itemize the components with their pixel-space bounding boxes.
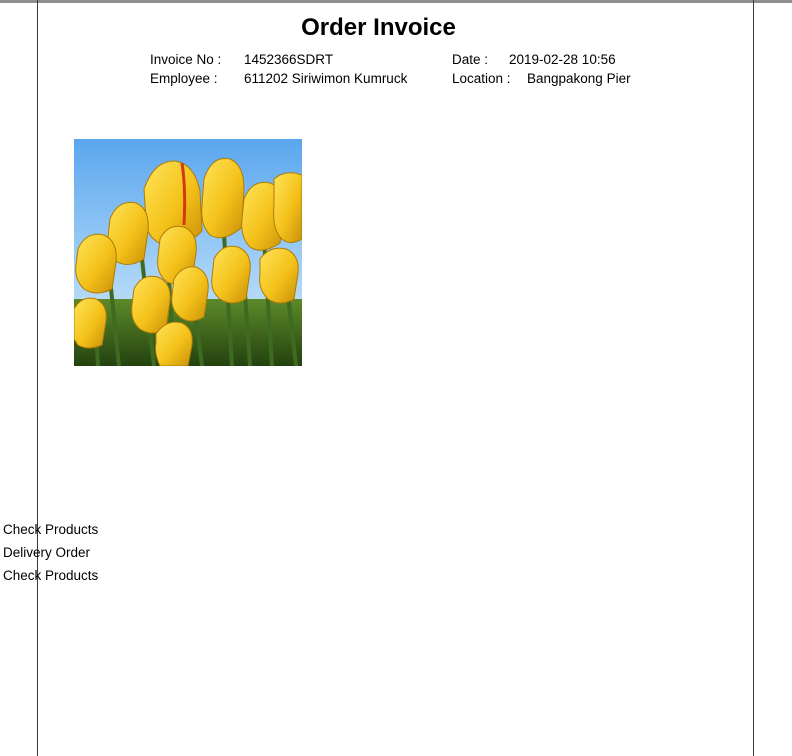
- employee-label: Employee :: [150, 71, 218, 86]
- page-left-margin-line: [37, 0, 38, 756]
- page-top-border: [0, 0, 792, 3]
- page-right-margin-line: [753, 0, 754, 756]
- date-label: Date :: [452, 52, 489, 67]
- side-list-item-delivery-order: Delivery Order: [3, 545, 91, 560]
- location-label: Location :: [452, 71, 511, 86]
- invoice-no-label: Invoice No :: [150, 52, 222, 67]
- employee-value: 611202 Siriwimon Kumruck: [244, 71, 408, 86]
- location-value: Bangpakong Pier: [527, 71, 631, 86]
- side-list-item-check-products: Check Products: [3, 522, 99, 537]
- invoice-no-value: 1452366SDRT: [244, 52, 334, 67]
- tulip-photo: [74, 139, 302, 366]
- invoice-title: Order Invoice: [301, 14, 456, 41]
- date-value: 2019-02-28 10:56: [509, 52, 616, 67]
- side-list-item-check-products-2: Check Products: [3, 568, 99, 583]
